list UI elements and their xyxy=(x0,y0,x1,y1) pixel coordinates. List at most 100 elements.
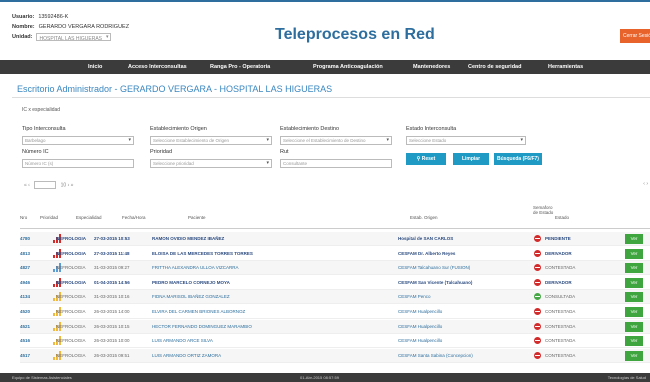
table-row[interactable]: 4134 NEFROLOGIA 31-03-2015 10:16 FIDNA MARI… xyxy=(20,290,650,305)
th-fecha[interactable]: Fecha/Hora xyxy=(122,215,146,220)
nombre-label: Nombre: xyxy=(12,24,35,30)
status-semaphore-icon xyxy=(534,308,541,315)
th-prioridad[interactable]: Prioridad xyxy=(40,215,58,220)
pager-next[interactable]: › » xyxy=(68,182,74,188)
prioridad-select[interactable]: Seleccione prioridad xyxy=(150,159,272,168)
ver-button[interactable]: Ver xyxy=(625,307,643,317)
nav-programa-anticoagulacion[interactable]: Programa Anticoagulación xyxy=(313,64,383,70)
row-origen[interactable]: CESFAM Talcahuano Sur (FUSION) xyxy=(398,265,470,270)
th-semaforo[interactable]: Semaforo de Estado xyxy=(533,205,555,215)
table-row[interactable]: 4780 NEFROLOGIA 27-03-2015 10:53 RAMON OVID… xyxy=(20,232,650,246)
rut-label: Rut xyxy=(280,149,289,155)
busqueda-button[interactable]: Búsqueda (F6/F7) xyxy=(494,153,542,165)
ver-button[interactable]: Ver xyxy=(625,350,643,361)
table-row[interactable]: 4827 NEFROLOGIA 31-03-2015 09:27 FRITTHA AL… xyxy=(20,261,650,276)
row-fecha: 27-03-2015 10:53 xyxy=(94,236,130,241)
pager-prev[interactable]: « ‹ xyxy=(24,182,30,188)
row-origen[interactable]: CESFAM Santa Sabina (Concepcion) xyxy=(398,353,473,358)
reset-button[interactable]: ⚲ Reset xyxy=(406,153,446,165)
ver-button[interactable]: Ver xyxy=(625,321,643,332)
tipo-select[interactable]: Barbelago xyxy=(22,136,134,145)
row-origen[interactable]: CESFAM Hualpencillo xyxy=(398,324,442,329)
tipo-label: Tipo Interconsulta xyxy=(22,126,66,132)
row-id[interactable]: 4516 xyxy=(20,338,30,343)
row-paciente[interactable]: LUIS ARMANDO ORTIZ ZAMORA xyxy=(152,353,221,358)
row-id[interactable]: 4521 xyxy=(20,324,30,329)
row-paciente[interactable]: ELVIRA DEL CARMEN BRIONES ALBORNOZ xyxy=(152,309,245,314)
table-row[interactable]: 4946 NEFROLOGIA 01-04-2015 14:56 PEDRO MARC… xyxy=(20,275,650,290)
row-origen[interactable]: CESFAM Penco xyxy=(398,294,431,299)
row-estado: DERIVADOR xyxy=(545,250,572,256)
row-fecha: 26-03-2015 09:51 xyxy=(94,352,130,358)
row-paciente[interactable]: RAMON OVIDIO MENDEZ IBAÑEZ xyxy=(152,236,224,241)
rut-input[interactable]: Consultante xyxy=(280,159,392,168)
page-title: Escritorio Administrador - GERARDO VERGA… xyxy=(17,84,333,94)
row-paciente[interactable]: FRITTHA ALEXANDRA ULLOA VIZCARRA xyxy=(152,265,239,270)
estado-select[interactable]: Seleccione Estado xyxy=(406,136,526,145)
th-paciente[interactable]: Paciente xyxy=(188,215,206,220)
ver-button[interactable]: Ver xyxy=(625,336,643,347)
numero-input[interactable]: Número IC (s) xyxy=(22,159,134,168)
footer-center: 01-Abr-2015 08:57:59 xyxy=(300,375,339,380)
destino-select[interactable]: Seleccione el Establecimiento de Destino xyxy=(280,136,392,145)
row-paciente[interactable]: HECTOR FERNANDO DOMINGUEZ MARAMBIO xyxy=(152,324,252,329)
row-id[interactable]: 4946 xyxy=(20,280,30,285)
ver-button[interactable]: Ver xyxy=(625,277,643,288)
unidad-select[interactable]: HOSPITAL LAS HIGUERAS xyxy=(36,32,112,42)
row-origen[interactable]: Hospital de SAN CARLOS xyxy=(398,236,453,241)
unidad-label: Unidad: xyxy=(12,34,33,40)
table-row[interactable]: 4521 NEFROLOGIA 26-03-2015 10:15 HECTOR FER… xyxy=(20,319,650,334)
row-id[interactable]: 4827 xyxy=(20,265,30,270)
scroll-arrows[interactable]: ‹ › xyxy=(643,181,648,187)
status-semaphore-icon xyxy=(534,293,541,301)
th-origen[interactable]: Estab. Origen xyxy=(410,215,438,220)
row-origen[interactable]: CESFAM Hualpencillo xyxy=(398,338,442,343)
usuario-label: Usuario: xyxy=(12,14,35,20)
status-semaphore-icon xyxy=(534,337,541,345)
row-id[interactable]: 4780 xyxy=(20,236,30,241)
app-title: Teleprocesos en Red xyxy=(275,26,435,43)
logout-button[interactable]: Cerrar Sesión xyxy=(620,29,650,43)
nav-mantenedores[interactable]: Mantenedores xyxy=(413,64,450,70)
row-especialidad: NEFROLOGIA xyxy=(56,279,86,285)
row-id[interactable]: 4813 xyxy=(20,251,30,256)
row-origen[interactable]: CESFAM Hualpencillo xyxy=(398,309,442,314)
row-paciente[interactable]: FIDNA MARISOL IBAÑEZ GONZALEZ xyxy=(152,294,230,299)
table-row[interactable]: 4517 NEFROLOGIA 26-03-2015 09:51 LUIS ARMAN… xyxy=(20,348,650,363)
limpiar-button[interactable]: Limpiar xyxy=(453,153,489,165)
nav-inicio[interactable]: Inicio xyxy=(88,64,102,70)
table-row[interactable]: 4813 NEFROLOGIA 27-03-2015 11:48 ELOISA DE … xyxy=(20,246,650,261)
header-divider xyxy=(20,228,650,229)
row-id[interactable]: 4520 xyxy=(20,309,30,314)
th-estado[interactable]: Estado xyxy=(555,215,569,220)
ver-button[interactable]: Ver xyxy=(625,292,643,303)
nav-centro-seguridad[interactable]: Centro de seguridad xyxy=(468,64,521,70)
nav-herramientas[interactable]: Herramientas xyxy=(548,64,583,70)
ver-button[interactable]: Ver xyxy=(625,263,643,274)
table-row[interactable]: 4516 NEFROLOGIA 26-03-2015 10:00 LUIS ARMAN… xyxy=(20,334,650,349)
destino-label: Establecimiento Destino xyxy=(280,126,340,132)
ver-button[interactable]: Ver xyxy=(625,248,643,259)
row-estado: CONTESTADA xyxy=(545,338,576,344)
main-nav: Inicio Acceso Interconsultas Ranga Pro -… xyxy=(0,60,650,74)
page-size-select[interactable] xyxy=(34,181,57,189)
row-origen[interactable]: CESFAM San Vicente (Talcahuano) xyxy=(398,280,472,285)
row-id[interactable]: 4517 xyxy=(20,353,30,358)
table-row[interactable]: 4520 NEFROLOGIA 26-03-2015 14:00 ELVIRA DEL… xyxy=(20,305,650,319)
row-estado: CONTESTADA xyxy=(545,309,576,314)
ver-button[interactable]: Ver xyxy=(625,234,643,244)
row-paciente[interactable]: LUIS ARMANDO ARCE SILVA xyxy=(152,338,213,343)
row-id[interactable]: 4134 xyxy=(20,294,30,299)
nombre-value: GERARDO VERGARA RODRIGUEZ xyxy=(38,24,130,30)
row-origen[interactable]: CESFAM Dr. Alberto Reyes xyxy=(398,251,455,256)
th-especialidad[interactable]: Especialidad xyxy=(76,215,102,220)
header: Usuario: 13592486-K Nombre: GERARDO VERGAR… xyxy=(0,0,650,60)
th-nro[interactable]: Nro xyxy=(20,215,27,220)
row-paciente[interactable]: PEDRO MARCELO CORNEJO MOYA xyxy=(152,280,230,285)
row-paciente[interactable]: ELOISA DE LAS MERCEDES TORRES TORRES xyxy=(152,251,253,256)
nav-ranga-pro[interactable]: Ranga Pro - Operatoria xyxy=(210,64,270,70)
row-fecha: 27-03-2015 11:48 xyxy=(94,250,130,256)
nav-acceso-interconsultas[interactable]: Acceso Interconsultas xyxy=(128,64,187,70)
origen-label: Establecimiento Origen xyxy=(150,126,207,132)
origen-select[interactable]: Seleccione Establecimiento de Origen xyxy=(150,136,272,145)
